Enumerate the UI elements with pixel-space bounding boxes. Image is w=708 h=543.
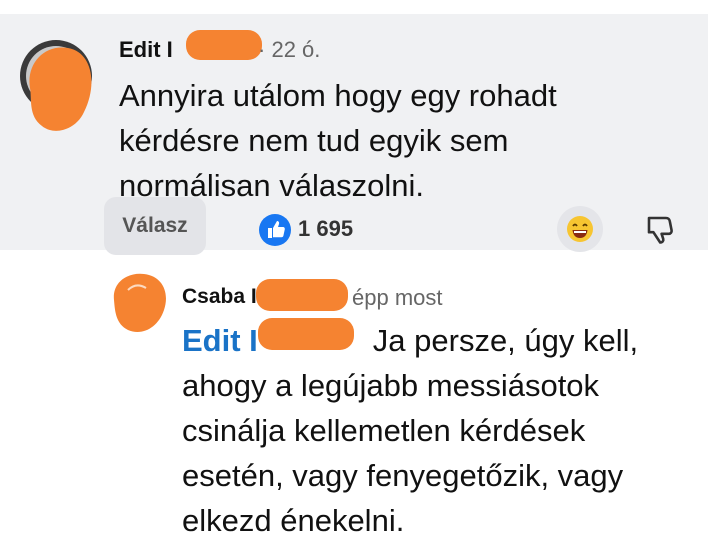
avatar-edit[interactable] — [18, 34, 100, 134]
laughing-emoji-icon — [567, 216, 593, 242]
like-reaction-icon[interactable] — [259, 214, 291, 246]
reply-author[interactable]: Csaba I — [182, 285, 257, 309]
react-button[interactable] — [557, 206, 603, 252]
comment-author[interactable]: Edit I — [119, 37, 173, 63]
reply-first-line: Ja persze, úgy kell, — [372, 323, 639, 358]
avatar-image — [20, 40, 92, 131]
comment-text-line-1: Annyira utálom hogy egy rohadt — [119, 78, 557, 113]
time-separator: · — [258, 37, 272, 62]
reply-text-line-4: esetén, vagy fenyegetőzik, vagy — [182, 458, 624, 493]
top-divider — [0, 0, 708, 14]
comment-text-line-2: kérdésre nem tud egyik sem — [119, 123, 509, 158]
like-count[interactable]: 1 695 — [298, 216, 353, 242]
reply-mention[interactable]: Edit I — [182, 323, 258, 358]
name-redaction — [186, 30, 262, 60]
reply-text-line-1: Edit I Ja persze, úgy kell, — [182, 318, 638, 363]
mention-redaction — [258, 318, 354, 350]
comment-time: · 22 ó. — [258, 37, 320, 63]
name-redaction — [256, 279, 348, 311]
reply-button[interactable]: Válasz — [104, 197, 206, 255]
reply-text-line-5: elkezd énekelni. — [182, 503, 405, 538]
avatar-image — [113, 273, 166, 332]
thumbs-down-icon — [647, 216, 673, 244]
dislike-button[interactable] — [638, 208, 680, 250]
reply-text-line-2: ahogy a legújabb messiásotok — [182, 368, 600, 403]
avatar-csaba[interactable] — [108, 270, 170, 336]
reply-time: épp most — [352, 285, 443, 310]
reply-text-line-3: csinálja kellemetlen kérdések — [182, 413, 586, 448]
comment-time-value: 22 ó. — [271, 37, 321, 62]
